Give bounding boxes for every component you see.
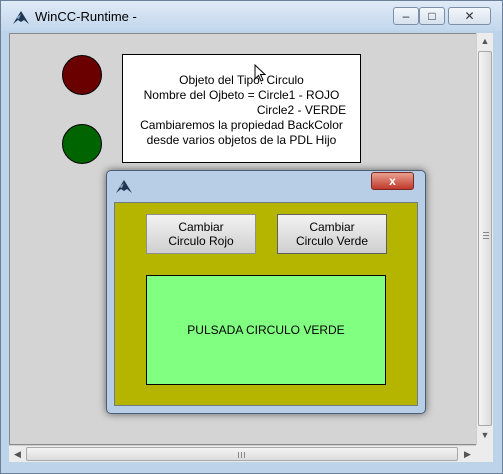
- scroll-up-icon[interactable]: ▲: [477, 33, 493, 50]
- info-line-2: Nombre del Ojbeto = Circle1 - ROJO: [143, 88, 340, 102]
- scroll-down-icon[interactable]: ▼: [477, 427, 493, 444]
- grip-line: [241, 452, 242, 458]
- change-green-circle-button[interactable]: Cambiar Circulo Verde: [277, 214, 387, 254]
- circle2-green[interactable]: [62, 124, 102, 164]
- mouse-cursor-icon: [254, 64, 266, 82]
- window-title: WinCC-Runtime -: [35, 9, 137, 24]
- child-popup-window[interactable]: x Cambiar Circulo Rojo Cambiar Circulo V…: [106, 170, 426, 414]
- scroll-left-icon[interactable]: ◀: [9, 446, 26, 462]
- info-line-3: Circle2 - VERDE: [256, 103, 347, 117]
- grip-line: [238, 452, 239, 458]
- grip-line: [483, 238, 489, 239]
- popup-panel: Cambiar Circulo Rojo Cambiar Circulo Ver…: [114, 202, 418, 406]
- info-line-1: Objeto del Tipo: Circulo: [179, 73, 304, 87]
- button-label: Circulo Rojo: [168, 234, 234, 248]
- close-button[interactable]: ✕: [448, 7, 491, 25]
- minimize-button[interactable]: –: [393, 7, 419, 25]
- button-label: Circulo Verde: [295, 234, 369, 248]
- popup-close-button[interactable]: x: [371, 172, 414, 190]
- vertical-scroll-thumb[interactable]: [478, 51, 492, 426]
- info-textbox: Objeto del Tipo: Circulo Nombre del Ojbe…: [122, 54, 361, 163]
- info-line-4: Cambiaremos la propiedad BackColor: [140, 118, 343, 132]
- info-line-5: desde varios objetos de la PDL Hijo: [146, 133, 337, 147]
- button-label: Cambiar: [178, 220, 224, 234]
- title-bar[interactable]: WinCC-Runtime - – □ ✕: [1, 1, 502, 31]
- vertical-scrollbar[interactable]: ▲ ▼: [476, 33, 493, 445]
- circle1-red[interactable]: [62, 55, 102, 95]
- change-red-circle-button[interactable]: Cambiar Circulo Rojo: [146, 214, 256, 254]
- scrollbar-corner: [476, 445, 493, 462]
- horizontal-scrollbar[interactable]: ◀ ▶: [9, 445, 476, 462]
- scroll-right-icon[interactable]: ▶: [459, 446, 476, 462]
- button-label: Cambiar: [309, 220, 355, 234]
- grip-line: [244, 452, 245, 458]
- wincc-app-icon: [13, 11, 29, 24]
- wincc-app-icon: [116, 180, 132, 193]
- status-display: PULSADA CIRCULO VERDE: [146, 275, 386, 385]
- grip-line: [483, 235, 489, 236]
- horizontal-scroll-thumb[interactable]: [26, 447, 458, 461]
- maximize-button[interactable]: □: [419, 7, 445, 25]
- status-text: PULSADA CIRCULO VERDE: [187, 323, 345, 337]
- grip-line: [483, 232, 489, 233]
